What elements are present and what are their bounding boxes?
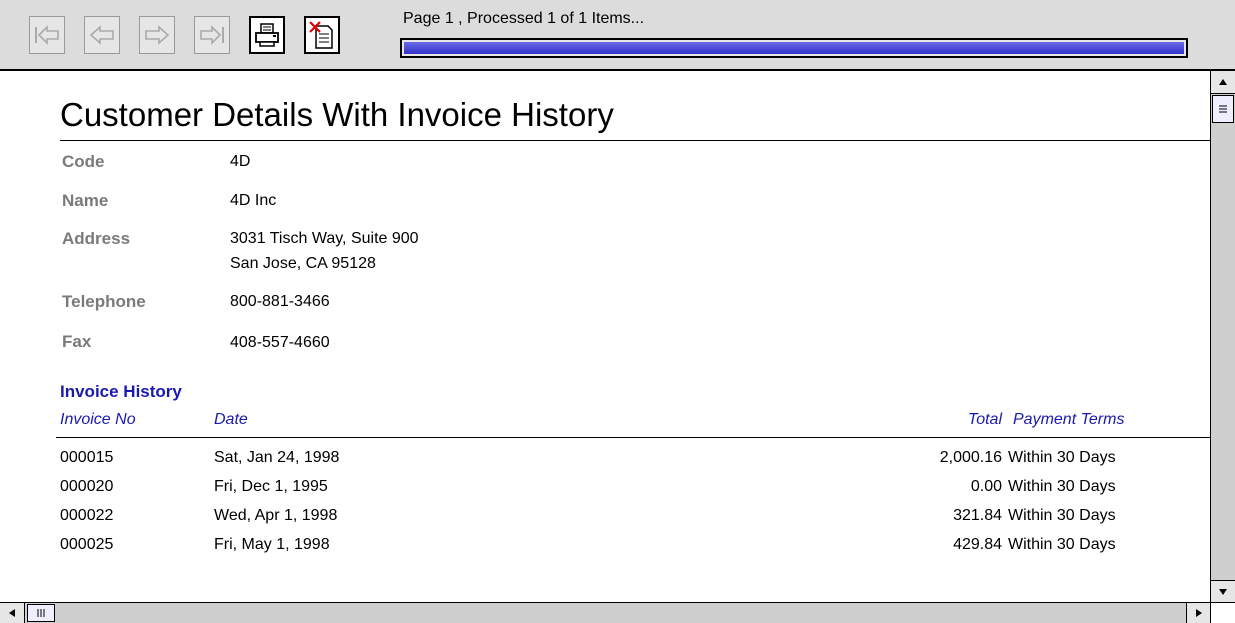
table-row: 000022 Wed, Apr 1, 1998 321.84 Within 30… xyxy=(0,507,1210,536)
next-page-button[interactable] xyxy=(139,16,175,54)
printer-icon xyxy=(255,23,279,47)
payment-terms-cell: Within 30 Days xyxy=(1008,478,1116,495)
total-cell: 2,000.16 xyxy=(939,449,1002,466)
invoice-no-cell: 000025 xyxy=(60,536,114,553)
report-page: Customer Details With Invoice History Co… xyxy=(0,71,1210,602)
arrow-down-icon xyxy=(1219,589,1227,595)
payment-terms-cell: Within 30 Days xyxy=(1008,536,1116,553)
scroll-down-button[interactable] xyxy=(1211,580,1235,603)
column-header-invoice-no: Invoice No xyxy=(60,411,136,428)
scroll-up-button[interactable] xyxy=(1211,71,1235,94)
fax-value: 408-557-4660 xyxy=(230,334,330,351)
column-header-total: Total xyxy=(967,411,1002,428)
progress-bar xyxy=(400,38,1188,58)
total-cell: 429.84 xyxy=(953,536,1002,553)
column-header-payment-terms: Payment Terms xyxy=(1013,411,1125,428)
column-header-divider xyxy=(56,437,1210,438)
code-label: Code xyxy=(62,152,105,171)
arrow-first-icon xyxy=(35,25,59,45)
date-cell: Wed, Apr 1, 1998 xyxy=(214,507,338,524)
payment-terms-cell: Within 30 Days xyxy=(1008,507,1116,524)
table-row: 000025 Fri, May 1, 1998 429.84 Within 30… xyxy=(0,536,1210,565)
date-cell: Fri, Dec 1, 1995 xyxy=(214,478,328,495)
table-row: 000015 Sat, Jan 24, 1998 2,000.16 Within… xyxy=(0,449,1210,478)
vertical-scroll-thumb[interactable] xyxy=(1212,95,1234,123)
arrow-left-small-icon xyxy=(9,609,15,617)
first-page-button[interactable] xyxy=(29,16,65,54)
telephone-value: 800-881-3466 xyxy=(230,293,330,310)
name-label: Name xyxy=(62,191,109,210)
address-label: Address xyxy=(62,229,131,248)
fax-label: Fax xyxy=(62,332,92,351)
title-divider xyxy=(60,140,1210,141)
code-value: 4D xyxy=(230,153,251,170)
arrow-left-icon xyxy=(89,25,114,45)
status-text: Page 1 , Processed 1 of 1 Items... xyxy=(403,10,645,27)
last-page-button[interactable] xyxy=(194,16,230,54)
arrow-up-icon xyxy=(1219,79,1227,85)
cancel-print-button[interactable] xyxy=(304,16,340,54)
total-cell: 321.84 xyxy=(953,507,1002,524)
scroll-right-button[interactable] xyxy=(1186,603,1211,623)
arrow-right-icon xyxy=(145,25,170,45)
invoice-no-cell: 000020 xyxy=(60,478,114,495)
vertical-scrollbar[interactable] xyxy=(1210,71,1235,603)
arrow-last-icon xyxy=(200,25,224,45)
invoice-history-title: Invoice History xyxy=(60,382,182,401)
arrow-right-small-icon xyxy=(1196,609,1202,617)
address-line2: San Jose, CA 95128 xyxy=(230,255,376,272)
cancel-document-icon xyxy=(309,21,333,49)
column-header-date: Date xyxy=(214,411,248,428)
invoice-no-cell: 000022 xyxy=(60,507,114,524)
date-cell: Sat, Jan 24, 1998 xyxy=(214,449,340,466)
invoice-no-cell: 000015 xyxy=(60,449,114,466)
name-value: 4D Inc xyxy=(230,192,277,209)
address-line1: 3031 Tisch Way, Suite 900 xyxy=(230,230,419,247)
telephone-label: Telephone xyxy=(62,292,146,311)
print-button[interactable] xyxy=(249,16,285,54)
previous-page-button[interactable] xyxy=(84,16,120,54)
table-row: 000020 Fri, Dec 1, 1995 0.00 Within 30 D… xyxy=(0,478,1210,507)
date-cell: Fri, May 1, 1998 xyxy=(214,536,330,553)
scroll-left-button[interactable] xyxy=(0,603,25,623)
total-cell: 0.00 xyxy=(970,478,1002,495)
report-title: Customer Details With Invoice History xyxy=(60,96,614,133)
grip-icon xyxy=(1219,105,1227,113)
horizontal-scroll-thumb[interactable] xyxy=(27,604,55,622)
horizontal-scrollbar[interactable] xyxy=(0,602,1211,623)
grip-icon xyxy=(37,609,45,617)
progress-fill xyxy=(404,42,1184,54)
scrollbar-corner xyxy=(1210,602,1235,623)
payment-terms-cell: Within 30 Days xyxy=(1008,449,1116,466)
toolbar: Page 1 , Processed 1 of 1 Items... xyxy=(0,0,1235,71)
